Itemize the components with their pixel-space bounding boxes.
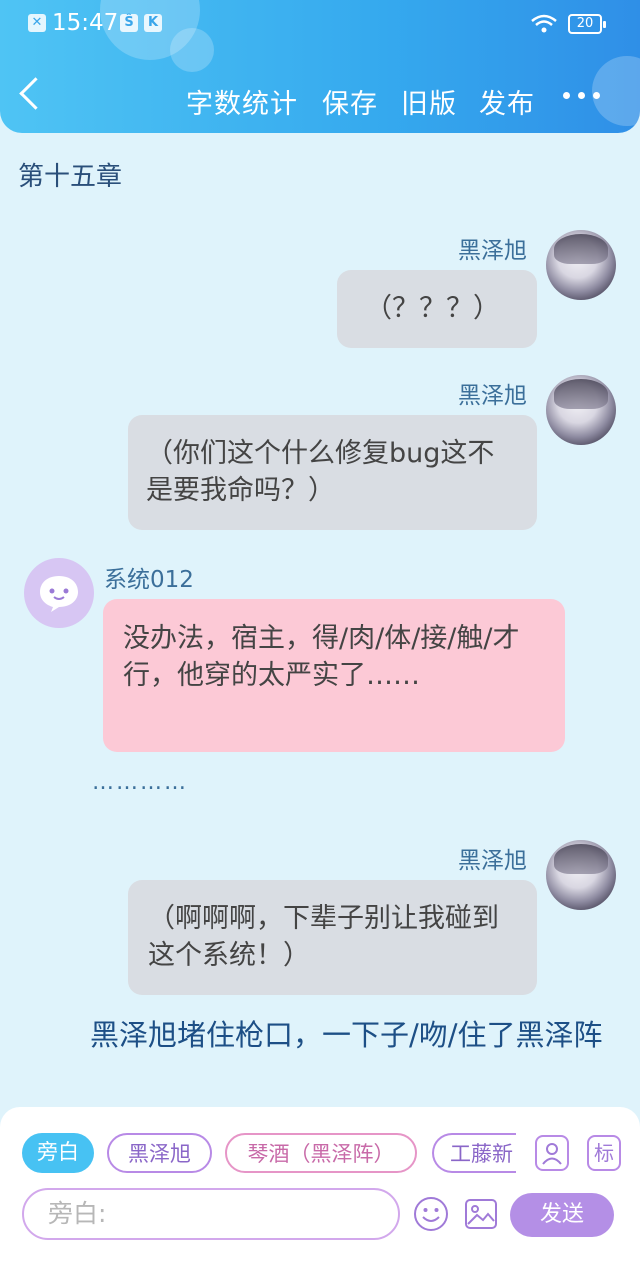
avatar[interactable] (546, 230, 616, 300)
avatar-hair (554, 234, 608, 264)
avatar-hair (554, 379, 608, 409)
send-button[interactable]: 发送 (510, 1193, 614, 1237)
app-notification-icon: Ŝ (120, 14, 138, 32)
chat-face-icon (40, 576, 78, 612)
old-version-button[interactable]: 旧版 (401, 82, 457, 121)
mark-button[interactable]: 标 (587, 1135, 621, 1171)
decor-circle (592, 56, 640, 126)
publish-button[interactable]: 发布 (479, 82, 535, 121)
message-bubble[interactable]: （你们这个什么修复bug这不是要我命吗？） (128, 415, 537, 530)
more-dot (593, 92, 600, 99)
k-app-icon: K (144, 14, 162, 32)
close-notification-icon: ✕ (28, 14, 46, 32)
role-chip-kudo[interactable]: 工藤新 (432, 1133, 516, 1173)
role-chip-gin[interactable]: 琴酒（黑泽阵） (225, 1133, 417, 1173)
more-dot (578, 92, 585, 99)
status-bar: ✕ 15:47 Ŝ K 20 (0, 0, 640, 52)
speaker-name: 黑泽旭 (458, 238, 527, 264)
more-dot (563, 92, 570, 99)
message-text: （啊啊啊，下辈子别让我碰到这个系统！） (148, 903, 499, 971)
system-avatar[interactable] (24, 558, 94, 628)
emoji-icon[interactable] (413, 1196, 449, 1232)
more-options-button[interactable] (563, 92, 603, 102)
message-bubble[interactable]: 没办法，宿主，得/肉/体/接/触/才行，他穿的太严实了…… (103, 599, 565, 752)
image-icon[interactable] (463, 1196, 499, 1232)
app-header: ✕ 15:47 Ŝ K 20 字数统计 保存 旧版 发布 (0, 0, 640, 133)
message-text: 没办法，宿主，得/肉/体/接/触/才行，他穿的太严实了…… (123, 623, 520, 691)
role-chip-narrator[interactable]: 旁白 (22, 1133, 94, 1173)
chapter-title: 第十五章 (18, 162, 123, 192)
speaker-name: 黑泽旭 (458, 848, 527, 874)
avatar[interactable] (546, 840, 616, 910)
narration-input[interactable]: 旁白: (22, 1188, 400, 1240)
back-button[interactable] (19, 77, 52, 110)
wifi-icon (531, 14, 557, 33)
speaker-name: 系统012 (104, 567, 194, 593)
message-text: （？？？） (365, 293, 500, 324)
speaker-name: 黑泽旭 (458, 383, 527, 409)
status-time: 15:47 (52, 10, 119, 36)
person-icon[interactable] (535, 1135, 569, 1171)
narration-text[interactable]: 黑泽旭堵住枪口，一下子/吻/住了黑泽阵 (28, 1015, 618, 1055)
avatar[interactable] (546, 375, 616, 445)
message-bubble[interactable]: （？？？） (337, 270, 537, 348)
role-chip-kurosawa-xu[interactable]: 黑泽旭 (107, 1133, 212, 1173)
message-text: （你们这个什么修复bug这不是要我命吗？） (146, 438, 495, 506)
word-count-button[interactable]: 字数统计 (186, 82, 298, 121)
battery-indicator: 20 (568, 14, 606, 34)
message-bubble[interactable]: （啊啊啊，下辈子别让我碰到这个系统！） (128, 880, 537, 995)
separator-dots: ………… (92, 770, 188, 795)
save-button[interactable]: 保存 (322, 82, 378, 121)
avatar-hair (554, 844, 608, 874)
